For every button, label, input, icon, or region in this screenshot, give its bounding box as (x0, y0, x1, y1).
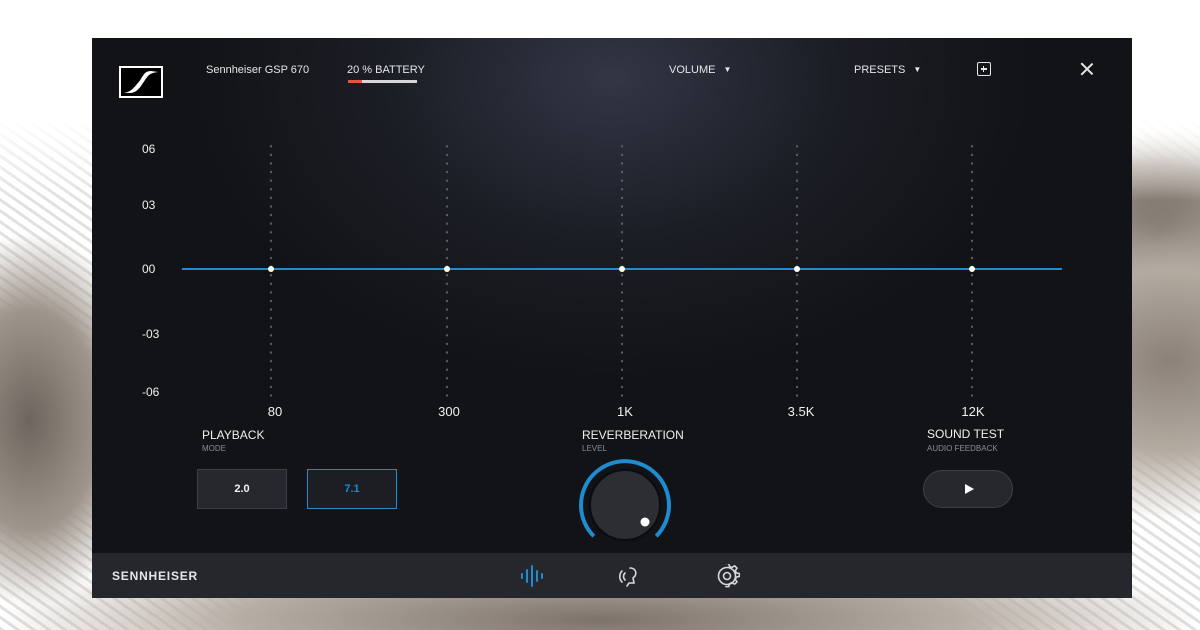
playback-mode-7-1-button[interactable]: 7.1 (307, 469, 397, 509)
playback-mode-2-0-button[interactable]: 2.0 (197, 469, 287, 509)
eq-band-handle[interactable] (794, 266, 800, 272)
presets-label: PRESETS (854, 64, 906, 76)
volume-label: VOLUME (669, 64, 716, 76)
device-name: Sennheiser GSP 670 (206, 64, 310, 76)
footer-brand: SENNHEISER (112, 569, 199, 583)
frequency-label: 3.5K (787, 404, 815, 419)
frequency-label: 1K (617, 404, 633, 419)
caret-down-icon: ▼ (913, 65, 922, 74)
sennheiser-app-window: Sennheiser GSP 670 20 % BATTERY VOLUME ▼ … (92, 38, 1132, 598)
sound-test-title: SOUND TEST (927, 427, 1005, 441)
y-axis-label: 00 (142, 262, 156, 276)
y-axis-label: 06 (142, 142, 156, 156)
eq-band-handle[interactable] (619, 266, 625, 272)
reverberation-title: REVERBERATION (582, 428, 684, 442)
frequency-label: 300 (438, 404, 460, 419)
play-icon (964, 484, 974, 494)
battery-bar (348, 80, 417, 83)
playback-subtitle: MODE (202, 444, 226, 453)
playback-title: PLAYBACK (202, 428, 265, 442)
equalizer-icon[interactable] (519, 564, 545, 588)
eq-band-handle[interactable] (969, 266, 975, 272)
battery-label: 20 % BATTERY (347, 64, 425, 76)
reverberation-subtitle: LEVEL (582, 444, 607, 453)
y-axis-label: -03 (142, 327, 160, 341)
sound-test-subtitle: AUDIO FEEDBACK (927, 444, 998, 453)
sound-test-play-button[interactable] (923, 470, 1013, 508)
presets-dropdown[interactable]: PRESETS ▼ (854, 64, 921, 76)
frequency-label: 12K (961, 404, 985, 419)
frequency-label: 80 (267, 404, 283, 419)
gear-icon[interactable] (714, 564, 740, 588)
volume-dropdown[interactable]: VOLUME ▼ (669, 64, 731, 76)
sennheiser-logo-icon (119, 66, 163, 98)
close-icon[interactable] (1080, 62, 1094, 76)
y-axis-label: 03 (142, 198, 156, 212)
footer-bar: SENNHEISER (92, 553, 1132, 598)
caret-down-icon: ▼ (723, 65, 732, 74)
voice-icon[interactable] (616, 564, 642, 588)
add-preset-icon[interactable] (977, 62, 991, 76)
eq-band-handle[interactable] (444, 266, 450, 272)
eq-band-handle[interactable] (268, 266, 274, 272)
battery-fill (348, 80, 362, 83)
y-axis-label: -06 (142, 385, 160, 399)
reverberation-knob[interactable] (576, 456, 674, 554)
